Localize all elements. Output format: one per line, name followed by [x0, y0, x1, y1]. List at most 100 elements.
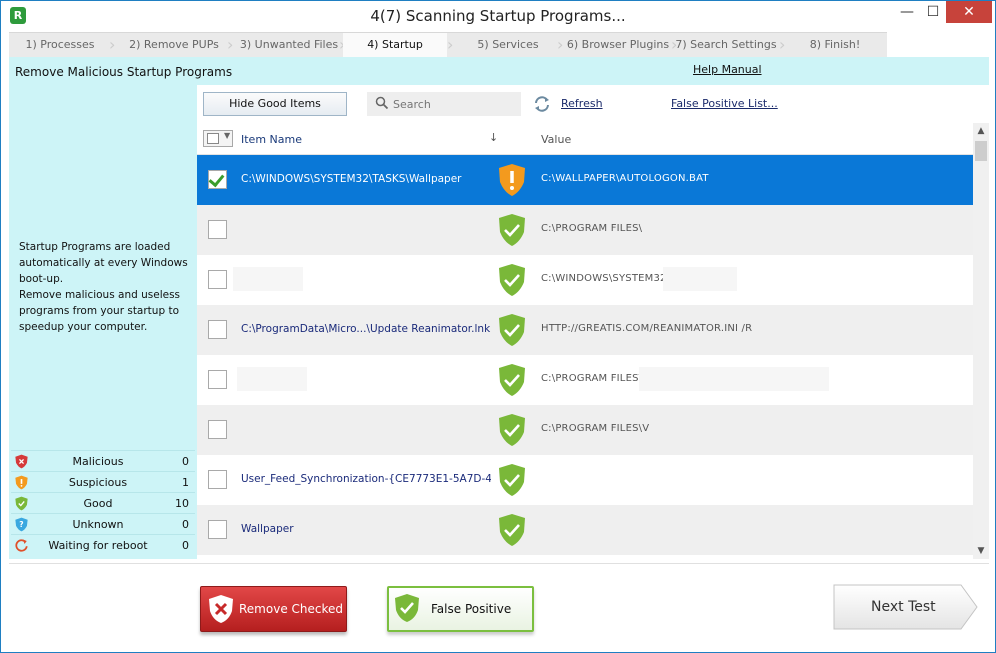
- description-line: Remove malicious and useless: [19, 289, 181, 301]
- step-unwanted-files[interactable]: 3) Unwanted Files: [237, 33, 341, 57]
- table-row[interactable]: C:\WINDOWS\SYSTEM32\: [197, 255, 973, 305]
- legend-label: Malicious: [72, 455, 124, 468]
- table-row[interactable]: C:\PROGRAM FILES\: [197, 355, 973, 405]
- false-positive-list-link[interactable]: False Positive List...: [671, 97, 778, 110]
- row-checkbox[interactable]: [208, 370, 227, 389]
- shield-green-check-icon: [499, 464, 525, 496]
- legend-count: 1: [182, 476, 189, 489]
- legend-count: 0: [182, 455, 189, 468]
- legend-row-malicious: Malicious 0: [11, 450, 195, 471]
- blurred-text: [237, 367, 307, 391]
- legend-row-unknown: ? Unknown 0: [11, 513, 195, 534]
- legend-label: Waiting for reboot: [48, 539, 148, 552]
- scroll-up-arrow-icon[interactable]: ▲: [973, 123, 989, 139]
- search-box: [367, 92, 521, 116]
- step-separator-icon: ›: [227, 35, 234, 54]
- help-manual-link[interactable]: Help Manual: [693, 63, 762, 76]
- section-header: Remove Malicious Startup Programs Help M…: [9, 57, 989, 85]
- legend-count: 0: [182, 518, 189, 531]
- shield-green-check-icon: [499, 364, 525, 396]
- table-row[interactable]: Wallpaper: [197, 505, 973, 555]
- next-test-label: Next Test: [871, 599, 936, 615]
- next-test-button[interactable]: Next Test: [833, 584, 979, 630]
- shield-green-check-icon: [499, 414, 525, 446]
- refresh-icon[interactable]: [533, 95, 551, 113]
- column-header-item-name[interactable]: Item Name: [241, 133, 302, 146]
- toolbar: Hide Good Items Refresh False Positive L…: [197, 85, 989, 123]
- shield-orange-exclamation-icon: [15, 475, 28, 490]
- shield-green-check-icon: [395, 594, 419, 622]
- table-row[interactable]: User_Feed_Synchronization-{CE7773E1-5A7D…: [197, 455, 973, 505]
- select-all-dropdown[interactable]: ▼: [203, 130, 233, 147]
- item-value: C:\PROGRAM FILES\V: [541, 423, 650, 434]
- shield-green-check-icon: [15, 496, 28, 511]
- row-checkbox[interactable]: [208, 470, 227, 489]
- step-services[interactable]: 5) Services: [457, 33, 559, 57]
- item-name: User_Feed_Synchronization-{CE7773E1-5A7D…: [241, 473, 491, 485]
- reboot-arrow-icon: [15, 539, 28, 552]
- step-finish[interactable]: 8) Finish!: [787, 33, 883, 57]
- shield-green-check-icon: [499, 314, 525, 346]
- step-startup-programs[interactable]: 4) Startup Programs: [343, 33, 447, 75]
- row-checkbox[interactable]: [208, 270, 227, 289]
- row-checkbox[interactable]: [208, 320, 227, 339]
- item-value: C:\WALLPAPER\AUTOLOGON.BAT: [541, 173, 709, 184]
- row-checkbox[interactable]: [208, 170, 227, 189]
- description-line: Startup Programs are loaded: [19, 241, 171, 253]
- step-browser-plugins[interactable]: 6) Browser Plugins: [565, 33, 671, 57]
- vertical-scrollbar[interactable]: ▲ ▼: [973, 123, 989, 559]
- table-row[interactable]: C:\PROGRAM FILES\: [197, 205, 973, 255]
- page-title: Remove Malicious Startup Programs: [15, 65, 233, 79]
- description-line: boot-up.: [19, 273, 64, 285]
- table-row[interactable]: C:\PROGRAM FILES\V: [197, 405, 973, 455]
- sidebar: Startup Programs are loaded automaticall…: [9, 85, 197, 559]
- legend-row-good: Good 10: [11, 492, 195, 513]
- remove-checked-button[interactable]: Remove Checked: [200, 586, 347, 632]
- false-positive-button[interactable]: False Positive: [387, 586, 534, 632]
- app-window: R 4(7) Scanning Startup Programs... — ☐ …: [0, 0, 996, 653]
- footer-actions: Remove Checked False Positive Next Test: [9, 563, 989, 651]
- table-row[interactable]: C:\WINDOWS\SYSTEM32\TASKS\Wallpaper C:\W…: [197, 155, 973, 205]
- item-value: C:\WINDOWS\SYSTEM32\: [541, 273, 671, 284]
- shield-red-x-icon: [15, 454, 28, 469]
- column-header-value[interactable]: Value: [541, 133, 571, 146]
- maximize-button[interactable]: ☐: [920, 1, 946, 23]
- shield-green-check-icon: [499, 214, 525, 246]
- close-button[interactable]: ✕: [946, 1, 992, 23]
- scroll-thumb[interactable]: [975, 141, 987, 161]
- svg-text:?: ?: [19, 520, 23, 529]
- table-header: ▼ Item Name ↓ Value: [197, 123, 973, 155]
- minimize-button[interactable]: —: [894, 1, 920, 23]
- blurred-text: [639, 367, 829, 391]
- step-search-settings[interactable]: 7) Search Settings: [673, 33, 779, 57]
- item-value: C:\PROGRAM FILES\: [541, 223, 643, 234]
- step-processes[interactable]: 1) Processes: [9, 33, 111, 57]
- item-value: HTTP://GREATIS.COM/REANIMATOR.INI /R: [541, 323, 753, 334]
- search-icon: [375, 96, 389, 110]
- step-separator-icon: ›: [109, 35, 116, 54]
- legend-count: 10: [175, 497, 189, 510]
- step-remove-pups[interactable]: 2) Remove PUPs: [119, 33, 229, 57]
- refresh-link[interactable]: Refresh: [561, 97, 603, 110]
- shield-x-icon: [209, 595, 233, 623]
- status-legend: Malicious 0 Suspicious 1 Good 10 ? Unkno…: [11, 450, 195, 555]
- legend-label: Good: [83, 497, 113, 510]
- legend-label: Suspicious: [68, 476, 128, 489]
- step-separator-icon: ›: [447, 35, 454, 54]
- search-input[interactable]: [393, 95, 517, 113]
- sidebar-description: Startup Programs are loaded automaticall…: [19, 239, 191, 335]
- row-checkbox[interactable]: [208, 220, 227, 239]
- hide-good-items-button[interactable]: Hide Good Items: [203, 92, 347, 116]
- scroll-down-arrow-icon[interactable]: ▼: [973, 543, 989, 559]
- row-checkbox[interactable]: [208, 520, 227, 539]
- description-line: programs from your startup to: [19, 305, 180, 317]
- table-row[interactable]: C:\ProgramData\Micro...\Update Reanimato…: [197, 305, 973, 355]
- startup-items-list: C:\WINDOWS\SYSTEM32\TASKS\Wallpaper C:\W…: [197, 155, 973, 559]
- sort-arrow-icon[interactable]: ↓: [489, 131, 498, 144]
- row-checkbox[interactable]: [208, 420, 227, 439]
- chevron-down-icon: ▼: [224, 131, 231, 140]
- item-name: C:\ProgramData\Micro...\Update Reanimato…: [241, 323, 491, 335]
- select-all-checkbox[interactable]: [207, 133, 219, 144]
- window-title: 4(7) Scanning Startup Programs...: [370, 7, 626, 25]
- item-name: Wallpaper: [241, 523, 294, 535]
